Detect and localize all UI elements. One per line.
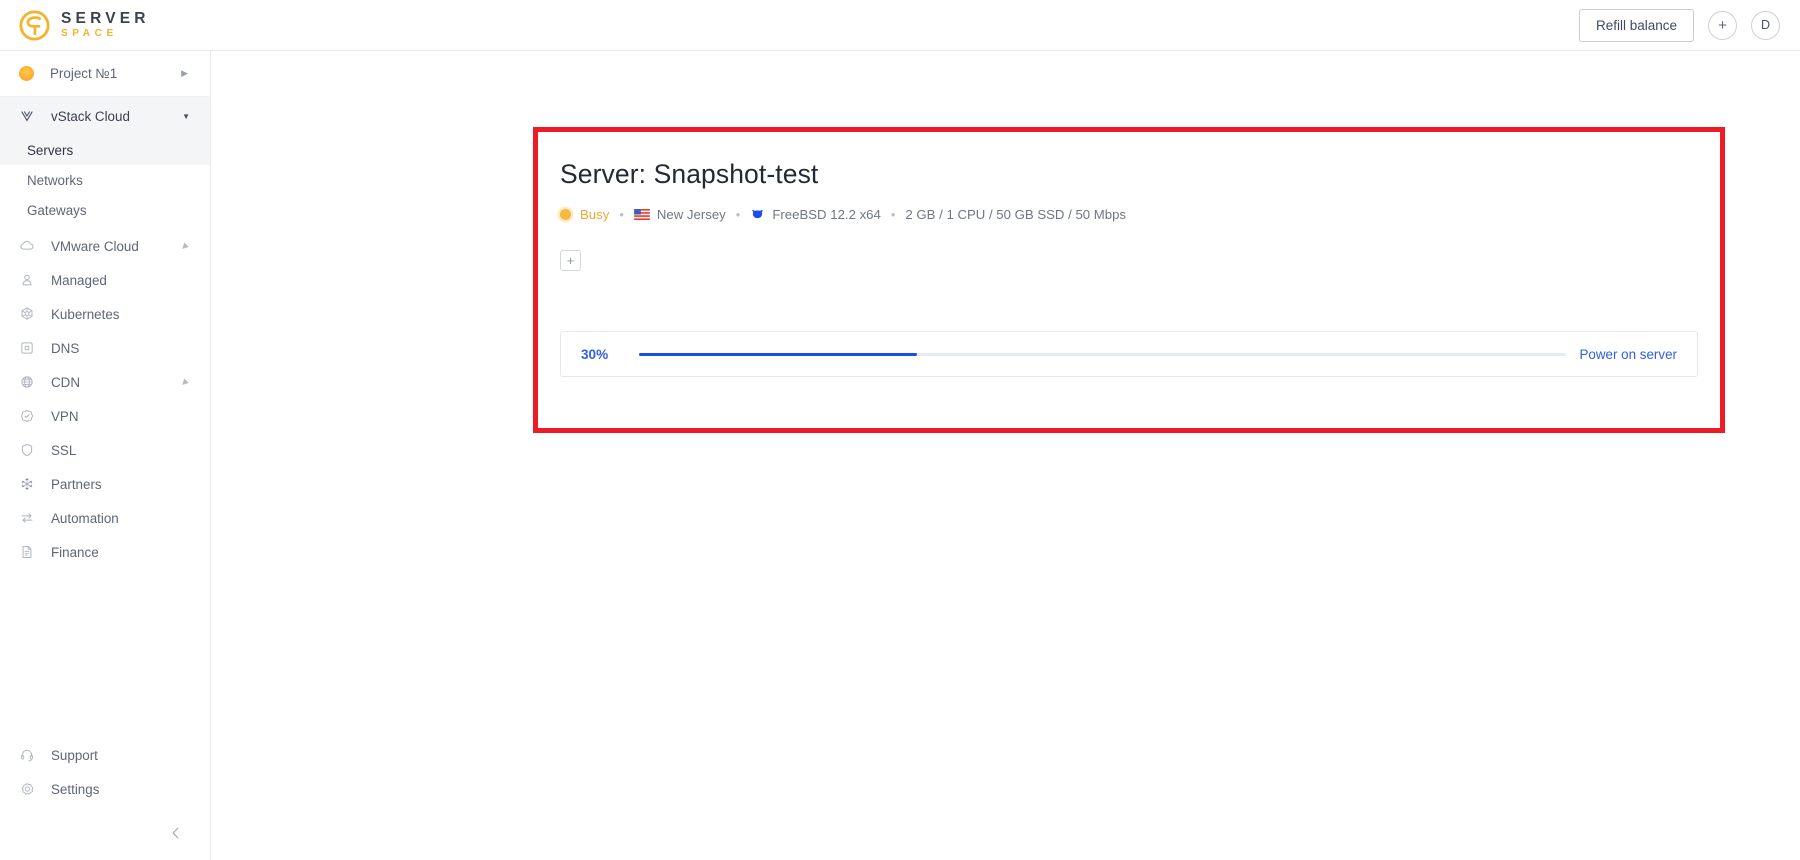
sidebar-item-kubernetes[interactable]: Kubernetes	[0, 297, 210, 331]
top-bar: SERVER SPACE Refill balance + D	[0, 0, 1800, 51]
project-avatar-icon	[19, 66, 34, 81]
gear-icon	[18, 781, 35, 798]
sidebar-item-label: Gateways	[27, 202, 87, 218]
sidebar-item-ssl[interactable]: SSL	[0, 433, 210, 467]
logo-primary-text: SERVER	[61, 9, 150, 27]
main-content: Server: Snapshot-test Busy • New Jersey …	[211, 51, 1800, 860]
brand-wordmark: SERVER SPACE	[61, 11, 150, 40]
sidebar-item-vpn[interactable]: VPN	[0, 399, 210, 433]
sidebar-item-label: Servers	[27, 142, 74, 158]
body: Project №1 ▶ vStack Cloud ▼ Servers Netw…	[0, 51, 1800, 860]
meta-separator: •	[619, 207, 624, 222]
meta-separator: •	[890, 207, 896, 222]
cloud-icon	[18, 238, 35, 255]
vstack-icon	[18, 108, 35, 125]
os-info: FreeBSD 12.2 x64	[750, 207, 881, 222]
location-label: New Jersey	[656, 207, 726, 222]
sidebar-group-vstack-cloud[interactable]: vStack Cloud ▼	[0, 97, 210, 135]
vpn-shield-icon	[18, 408, 35, 425]
sidebar-item-label: Support	[51, 747, 98, 763]
project-label: Project №1	[50, 66, 118, 81]
user-shield-icon	[18, 272, 35, 289]
progress-bar-fill	[639, 352, 917, 356]
sidebar-item-label: SSL	[51, 442, 77, 458]
server-meta: Busy • New Jersey • FreeBSD 12.2 x64 • 2…	[560, 207, 1698, 222]
sidebar-item-support[interactable]: Support	[0, 738, 210, 772]
chevron-left-icon	[172, 827, 179, 839]
meta-separator: •	[735, 207, 741, 222]
kubernetes-icon	[18, 306, 35, 323]
sidebar-item-networks[interactable]: Networks	[0, 165, 210, 195]
brand-logo[interactable]: SERVER SPACE	[0, 9, 150, 42]
specs-label: 2 GB / 1 CPU / 50 GB SSD / 50 Mbps	[905, 207, 1127, 222]
power-progress-panel: 30% Power on server	[560, 331, 1698, 377]
sidebar-item-label: VMware Cloud	[51, 238, 139, 254]
add-button[interactable]: +	[1708, 10, 1737, 40]
top-bar-actions: Refill balance + D	[1578, 8, 1800, 42]
partners-icon	[18, 476, 35, 493]
page-title: Server: Snapshot-test	[560, 159, 819, 189]
status-label: Busy	[580, 207, 610, 222]
us-flag-icon	[634, 209, 650, 220]
sidebar-item-label: CDN	[51, 374, 81, 390]
power-on-server-link[interactable]: Power on server	[1580, 347, 1678, 362]
location-info: New Jersey	[634, 207, 726, 222]
document-icon	[18, 544, 35, 561]
sidebar-collapse-button[interactable]	[0, 806, 210, 860]
sidebar-item-label: Managed	[51, 272, 107, 288]
sidebar-item-servers[interactable]: Servers	[0, 135, 210, 165]
os-label: FreeBSD 12.2 x64	[772, 207, 881, 222]
sidebar-group-label: vStack Cloud	[51, 108, 130, 124]
sidebar-item-cdn[interactable]: CDN ◀	[0, 365, 210, 399]
shield-icon	[18, 442, 35, 459]
sidebar-item-label: DNS	[51, 340, 80, 356]
status-dot-icon	[560, 209, 571, 220]
sidebar-item-vmware-cloud[interactable]: VMware Cloud ◀	[0, 229, 210, 263]
serverspace-logo-icon	[18, 9, 51, 42]
server-card: Server: Snapshot-test Busy • New Jersey …	[538, 132, 1720, 428]
headset-icon	[18, 747, 35, 764]
sidebar-item-partners[interactable]: Partners	[0, 467, 210, 501]
sidebar-item-settings[interactable]: Settings	[0, 772, 210, 806]
chevron-expand-icon: ◀	[178, 240, 190, 252]
sidebar-item-automation[interactable]: Automation	[0, 501, 210, 535]
highlight-region: Server: Snapshot-test Busy • New Jersey …	[533, 127, 1725, 433]
chevron-down-icon: ▼	[182, 111, 190, 121]
sidebar-item-label: Automation	[51, 510, 119, 526]
chevron-expand-icon: ◀	[178, 376, 190, 388]
sidebar-item-label: Finance	[51, 544, 99, 560]
refill-balance-button[interactable]: Refill balance	[1578, 8, 1694, 42]
app-root: SERVER SPACE Refill balance + D Project …	[0, 0, 1800, 860]
sidebar: Project №1 ▶ vStack Cloud ▼ Servers Netw…	[0, 51, 211, 860]
sidebar-item-gateways[interactable]: Gateways	[0, 195, 210, 225]
sidebar-project-selector[interactable]: Project №1 ▶	[0, 51, 210, 97]
freebsd-icon	[752, 210, 764, 219]
sidebar-item-label: VPN	[51, 408, 79, 424]
progress-percent-label: 30%	[581, 346, 609, 362]
sidebar-item-label: Partners	[51, 476, 102, 492]
sidebar-item-label: Settings	[51, 781, 100, 797]
sidebar-item-managed[interactable]: Managed	[0, 263, 210, 297]
sidebar-item-label: Networks	[27, 172, 83, 188]
dns-icon	[18, 340, 35, 357]
chevron-right-icon: ▶	[181, 68, 188, 78]
add-tab-button[interactable]: +	[560, 250, 581, 271]
avatar[interactable]: D	[1751, 10, 1780, 40]
globe-icon	[18, 374, 35, 391]
logo-secondary-text: SPACE	[61, 28, 118, 40]
sidebar-item-dns[interactable]: DNS	[0, 331, 210, 365]
sidebar-item-label: Kubernetes	[51, 306, 120, 322]
progress-bar-track	[639, 352, 1566, 356]
automation-icon	[18, 510, 35, 527]
status-badge: Busy	[560, 207, 609, 222]
sidebar-item-finance[interactable]: Finance	[0, 535, 210, 569]
